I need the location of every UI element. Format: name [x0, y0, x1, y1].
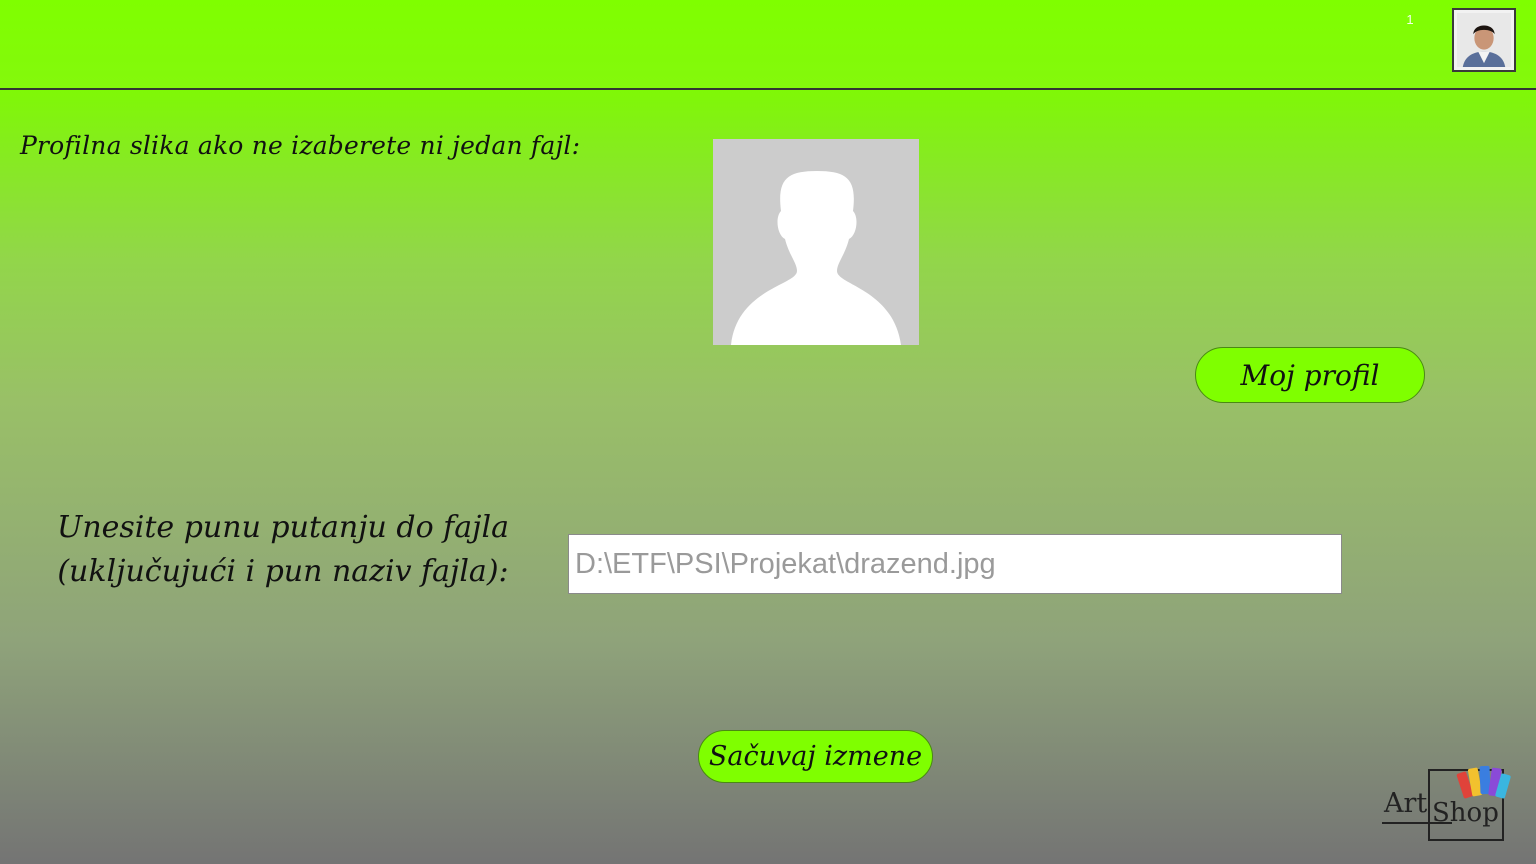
top-header: 1: [0, 0, 1536, 90]
my-profile-button[interactable]: Moj profil: [1195, 347, 1425, 403]
notification-count[interactable]: 1: [1403, 12, 1417, 27]
logo-brush-stroke: [1382, 822, 1452, 824]
file-path-label-line2: (uključujući i pun naziv fajla):: [57, 554, 509, 589]
default-avatar-icon: [713, 139, 919, 345]
user-avatar[interactable]: [1452, 8, 1516, 72]
file-path-input[interactable]: D:\ETF\PSI\Projekat\drazend.jpg: [568, 534, 1342, 594]
default-picture-label: Profilna slika ako ne izaberete ni jedan…: [20, 131, 581, 160]
save-changes-button[interactable]: Sačuvaj izmene: [698, 730, 933, 783]
file-path-label: Unesite punu putanju do fajla (uključuju…: [28, 506, 538, 594]
default-avatar-image: [713, 139, 919, 345]
file-path-label-line1: Unesite punu putanju do fajla: [57, 510, 509, 545]
art-shop-logo: Art Shop: [1382, 762, 1512, 844]
logo-word-art: Art: [1384, 788, 1428, 819]
user-photo-icon: [1457, 13, 1511, 67]
